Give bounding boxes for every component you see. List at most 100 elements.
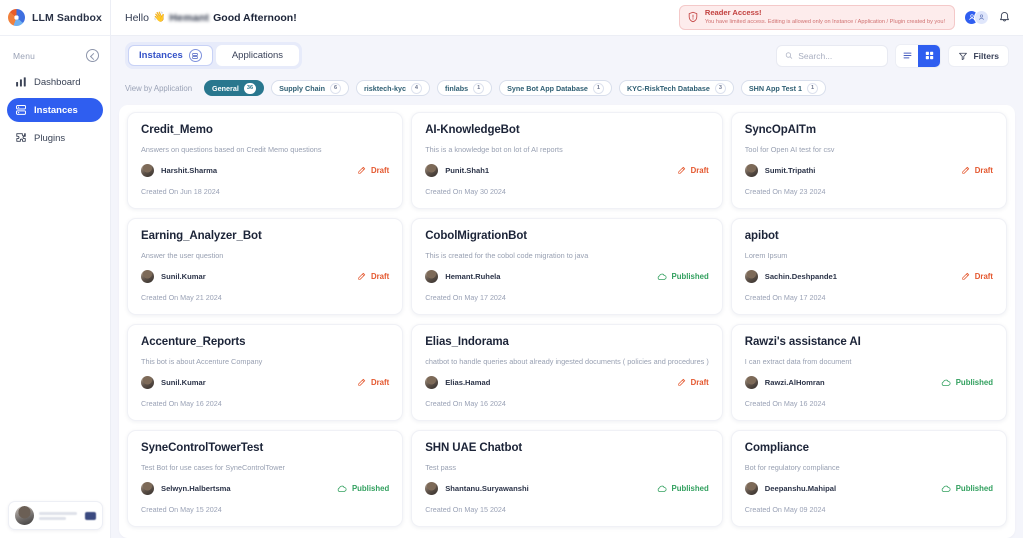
published-cloud-icon [337, 485, 347, 492]
search-icon [786, 52, 793, 59]
greeting-timeofday: Good Afternoon! [213, 11, 297, 24]
status-label: Published [955, 378, 993, 387]
instance-card-meta: Rawzi.AlHomran Published [744, 376, 993, 389]
tab-instances-label: Instances [139, 50, 183, 61]
draft-pencil-icon [677, 166, 685, 174]
avatar [425, 164, 439, 177]
instance-card-title: CobolMigrationBot [425, 230, 527, 242]
instance-card-meta: Shantanu.Suryawanshi Published [425, 482, 709, 495]
status-badge: Draft [357, 166, 389, 175]
bar-chart-icon [16, 77, 26, 87]
sidebar-item-label: Dashboard [34, 76, 81, 88]
chip-syne-bot-app-database[interactable]: Syne Bot App Database 1 [499, 80, 612, 96]
instance-card-owner: Sachin.Deshpande1 [744, 270, 837, 283]
instance-card-meta: Hemant.Ruhela Published [425, 270, 709, 283]
instance-card-title: Credit_Memo [141, 124, 213, 136]
instance-card[interactable]: CobolMigrationBot This is created for the… [411, 218, 723, 315]
instance-card-meta: Sachin.Deshpande1 Draft [744, 270, 993, 283]
chip-general[interactable]: General 36 [204, 80, 265, 96]
instance-card-created: Created On May 16 2024 [744, 399, 826, 408]
filters-button[interactable]: Filters [948, 44, 1009, 67]
instance-card[interactable]: Compliance Bot for regulatory compliance D… [730, 430, 1007, 527]
instance-card[interactable]: SyneControlTowerTest Test Bot for use cas… [127, 430, 404, 527]
view-tabs: Instances Applications [125, 42, 303, 69]
owner-name: Deepanshu.Mahipal [764, 484, 837, 493]
topbar-right: Reader Access! You have limited access. … [678, 4, 1011, 31]
sidebar-item-label: Instances [34, 104, 78, 116]
tab-applications[interactable]: Applications [215, 45, 300, 66]
filter-funnel-icon [959, 52, 968, 60]
status-badge: Published [657, 484, 709, 494]
greeting: Hello 👋 Hemant Good Afternoon! [125, 12, 297, 24]
sidebar-user-chip[interactable] [8, 501, 103, 530]
list-view-button[interactable] [896, 44, 919, 67]
brand-name: LLM Sandbox [32, 11, 102, 24]
menu-label: Menu [13, 50, 36, 61]
instance-card[interactable]: Elias_Indorama chatbot to handle queries … [411, 324, 723, 421]
sidebar-item-plugins[interactable]: Plugins [7, 126, 103, 150]
chip-count: 1 [473, 82, 485, 94]
instances-grid: Credit_Memo Answers on questions based on… [127, 112, 1007, 527]
status-badge: Draft [961, 166, 993, 175]
chip-count: 1 [807, 82, 819, 94]
instance-card[interactable]: Accenture_Reports This bot is about Accen… [127, 324, 404, 421]
instance-card[interactable]: SyncOpAITm Tool for Open AI test for csv S… [730, 112, 1007, 209]
tab-instances[interactable]: Instances [128, 45, 213, 66]
instance-card-created: Created On May 15 2024 [141, 505, 222, 514]
instance-card-meta: Deepanshu.Mahipal Published [744, 482, 993, 495]
chip-finlabs[interactable]: finlabs 1 [436, 80, 493, 96]
instance-card-created: Created On May 16 2024 [425, 399, 506, 408]
draft-pencil-icon [358, 378, 366, 386]
instance-card[interactable]: Earning_Analyzer_Bot Answer the user ques… [127, 218, 404, 315]
avatar [141, 376, 154, 389]
instance-card-owner: Shantanu.Suryawanshi [425, 482, 529, 495]
instance-card[interactable]: Credit_Memo Answers on questions based on… [127, 112, 404, 209]
instance-card[interactable]: AI-KnowledgeBot This is a knowledge bot o… [411, 112, 723, 209]
chip-kyc-risktech-database[interactable]: KYC-RiskTech Database 3 [618, 80, 734, 96]
status-badge: Draft [677, 166, 709, 175]
banner-text: Reader Access! You have limited access. … [705, 8, 945, 25]
owner-name: Hemant.Ruhela [445, 272, 501, 281]
user-menu-icon[interactable] [85, 511, 96, 520]
chip-label: Syne Bot App Database [507, 83, 588, 93]
chip-supply-chain[interactable]: Supply Chain 6 [271, 80, 349, 96]
status-label: Draft [690, 166, 709, 175]
owner-name: Elias.Hamad [445, 378, 491, 387]
chip-label: General [212, 83, 239, 93]
controls-bar: Instances Applications Search... Filters [111, 36, 1023, 75]
instance-card-meta: Punit.Shah1 Draft [425, 164, 709, 177]
status-label: Draft [371, 378, 390, 387]
instance-card-created: Created On May 30 2024 [425, 187, 506, 196]
chip-count: 6 [330, 82, 341, 94]
notification-bell-icon[interactable] [998, 10, 1011, 24]
sidebar-item-dashboard[interactable]: Dashboard [7, 70, 103, 94]
instance-card-owner: Harshit.Sharma [141, 164, 217, 177]
instance-card-description: Test Bot for use cases for SyneControlTo… [141, 463, 285, 472]
brand[interactable]: LLM Sandbox [0, 0, 110, 36]
avatar-secondary[interactable] [974, 9, 989, 25]
avatar [744, 270, 758, 283]
owner-name: Sachin.Deshpande1 [764, 272, 837, 281]
chip-shn-app-test-1[interactable]: SHN App Test 1 1 [740, 80, 827, 96]
topbar-avatar-group[interactable] [964, 9, 989, 25]
search-box[interactable] [776, 44, 889, 67]
instance-card[interactable]: Rawzi's assistance AI I can extract data … [730, 324, 1007, 421]
sidebar-item-instances[interactable]: Instances [7, 98, 103, 122]
instance-card[interactable]: SHN UAE Chatbot Test pass Shantanu.Suryawa… [411, 430, 723, 527]
main-area: Hello 👋 Hemant Good Afternoon! Reader Ac… [111, 0, 1023, 538]
instance-card-created: Created On May 16 2024 [141, 399, 222, 408]
chip-risktech-kyc[interactable]: risktech-kyc 4 [356, 80, 430, 96]
sidebar-nav: Dashboard Instances Plugins [0, 70, 110, 150]
instance-card[interactable]: apibot Lorem Ipsum Sachin.Deshpande1 Draft C… [730, 218, 1007, 315]
owner-name: Sunil.Kumar [161, 272, 206, 281]
draft-pencil-icon [962, 272, 969, 280]
chip-label: Supply Chain [279, 83, 325, 93]
instance-card-title: AI-KnowledgeBot [425, 124, 520, 136]
instance-card-meta: Elias.Hamad Draft [425, 376, 709, 389]
collapse-chevron-icon[interactable] [86, 49, 99, 62]
status-badge: Published [941, 484, 993, 494]
filter-chips-label: View by Application [125, 83, 193, 93]
grid-view-button[interactable] [918, 44, 941, 67]
status-badge: Draft [677, 378, 709, 387]
search-input[interactable] [798, 50, 880, 61]
